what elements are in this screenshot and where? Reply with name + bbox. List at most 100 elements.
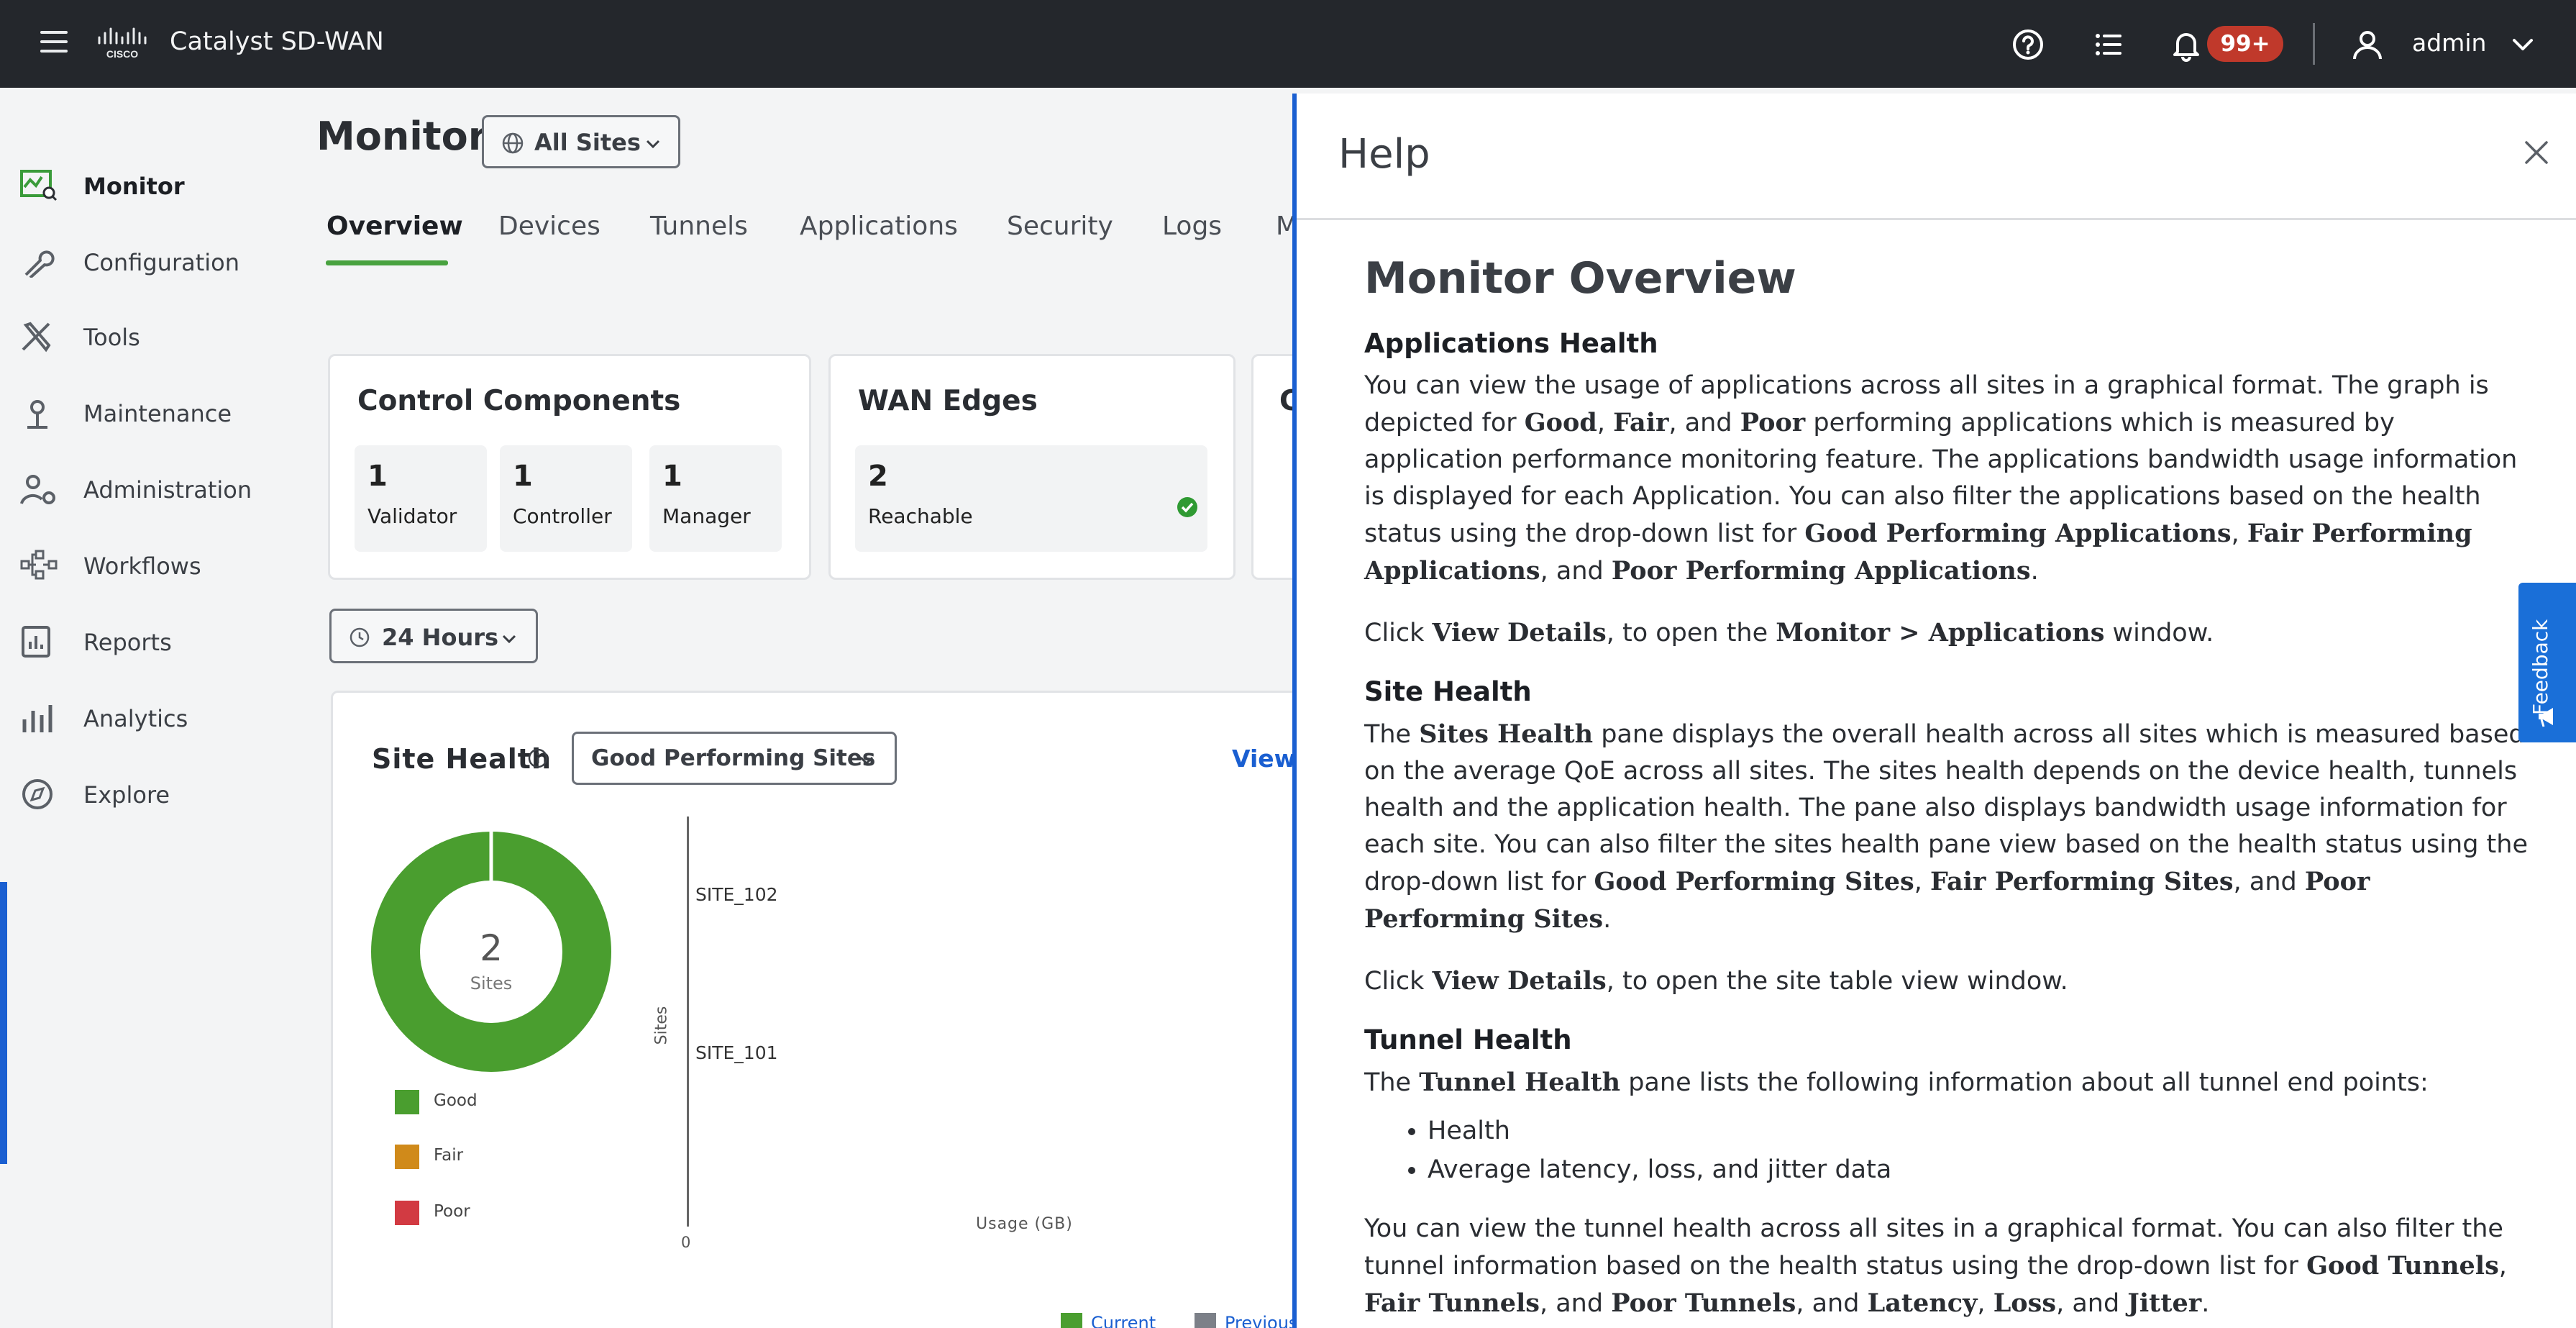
- section-title-site-health: Site Health: [1364, 676, 1532, 707]
- chevron-down-icon[interactable]: [2506, 27, 2540, 62]
- stat-label: Reachable: [868, 504, 973, 528]
- site-label: SITE_101: [695, 1042, 778, 1063]
- sidebar-item-administration[interactable]: Administration: [0, 460, 286, 518]
- sidebar-item-monitor[interactable]: Monitor: [0, 157, 286, 214]
- sidebar-item-label: Configuration: [83, 249, 240, 276]
- sidebar-item-maintenance[interactable]: Maintenance: [0, 384, 286, 442]
- x-axis-zero-label: 0: [681, 1234, 691, 1251]
- site-label: SITE_102: [695, 884, 778, 905]
- megaphone-icon: [2539, 708, 2553, 727]
- chevron-down-icon: [502, 635, 516, 644]
- legend-swatch: [395, 1201, 419, 1225]
- reports-icon: [22, 626, 50, 658]
- performance-filter-dropdown[interactable]: Good Performing Sites: [572, 732, 897, 785]
- sidebar-item-tools[interactable]: Tools: [0, 308, 286, 365]
- legend-swatch: [395, 1090, 419, 1114]
- wrench-icon: [24, 250, 55, 278]
- tab-devices[interactable]: Devices: [498, 212, 600, 241]
- site-view-details-text: Click View Details, to open the site tab…: [1364, 966, 2068, 996]
- sidebar-item-label: Monitor: [83, 173, 185, 200]
- globe-icon: [502, 132, 524, 154]
- tab-applications[interactable]: Applications: [800, 212, 958, 241]
- sidebar-item-reports[interactable]: Reports: [0, 613, 286, 670]
- wan-edges-card[interactable]: WAN Edges 2 Reachable: [828, 354, 1236, 580]
- top-bar: CISCO Catalyst SD-WAN 99+ admin: [0, 0, 2576, 88]
- check-circle-icon: [1177, 497, 1197, 517]
- sidebar-item-configuration[interactable]: Configuration: [0, 233, 286, 291]
- y-axis-line: [687, 817, 689, 1227]
- reachable-stat[interactable]: 2 Reachable: [855, 445, 1207, 552]
- workflows-icon: [20, 550, 58, 580]
- tunnel-info-list: Health Average latency, loss, and jitter…: [1428, 1111, 2536, 1189]
- control-components-card[interactable]: Control Components 1 Validator 1 Control…: [328, 354, 811, 580]
- clock-icon: [350, 627, 370, 647]
- user-avatar-icon[interactable]: [2350, 27, 2385, 62]
- time-filter-value: 24 Hours: [382, 624, 499, 651]
- monitor-icon: [20, 170, 58, 201]
- help-title: Help: [1338, 131, 1430, 178]
- section-title-applications-health: Applications Health: [1364, 328, 1658, 359]
- sidebar-item-label: Workflows: [83, 552, 201, 580]
- legend-current[interactable]: Current: [1091, 1313, 1156, 1328]
- site-health-text: The Sites Health pane displays the overa…: [1364, 719, 2528, 934]
- manager-stat[interactable]: 1 Manager: [649, 445, 782, 552]
- user-name[interactable]: admin: [2412, 29, 2486, 57]
- site-health-card: Site Health Good Performing Sites View D…: [331, 691, 1338, 1328]
- info-icon[interactable]: [527, 747, 549, 769]
- sidebar-item-analytics[interactable]: Analytics: [0, 689, 286, 747]
- stat-label: Controller: [513, 504, 612, 528]
- list-item: Health: [1428, 1111, 2536, 1150]
- list-item: Average latency, loss, and jitter data: [1428, 1150, 2536, 1189]
- help-circle-icon[interactable]: [2011, 27, 2045, 62]
- legend-swatch: [395, 1145, 419, 1169]
- tab-tunnels[interactable]: Tunnels: [650, 212, 748, 241]
- help-panel: Help Monitor Overview Applications Healt…: [1292, 94, 2576, 1328]
- validator-stat[interactable]: 1 Validator: [355, 445, 487, 552]
- sidebar-item-label: Analytics: [83, 705, 188, 732]
- tab-overview[interactable]: Overview: [326, 212, 463, 241]
- sidebar-scroll-indicator: [0, 882, 7, 1164]
- legend-label: Poor: [434, 1202, 470, 1221]
- legend-label: Good: [434, 1091, 478, 1110]
- controller-stat[interactable]: 1 Controller: [500, 445, 632, 552]
- notifications-badge[interactable]: 99+: [2207, 26, 2283, 62]
- feedback-button[interactable]: Feedback: [2518, 583, 2576, 742]
- stat-value: 2: [868, 460, 888, 493]
- close-icon[interactable]: [2519, 135, 2554, 170]
- help-content: Monitor Overview Applications Health You…: [1364, 253, 2536, 1328]
- site-health-title: Site Health: [372, 743, 552, 775]
- tools-icon: [22, 322, 51, 353]
- legend-previous[interactable]: Previous: [1225, 1313, 1297, 1328]
- donut-center-value: 2: [480, 927, 503, 969]
- app-title: Catalyst SD-WAN: [170, 27, 384, 56]
- cisco-logo: CISCO: [98, 27, 147, 60]
- time-filter-dropdown[interactable]: 24 Hours: [329, 609, 538, 663]
- site-health-donut-chart: 2 Sites: [371, 829, 611, 1072]
- task-list-icon[interactable]: [2091, 27, 2126, 62]
- legend-label: Fair: [434, 1146, 464, 1165]
- stat-label: Manager: [662, 504, 751, 528]
- compass-icon: [22, 779, 52, 809]
- stat-value: 1: [662, 460, 682, 493]
- hamburger-menu-icon[interactable]: [40, 31, 68, 53]
- sidebar-item-label: Explore: [83, 781, 170, 809]
- bar-chart-icon: [22, 705, 52, 732]
- sidebar-item-workflows[interactable]: Workflows: [0, 537, 286, 594]
- tab-security[interactable]: Security: [1007, 212, 1113, 241]
- svg-text:CISCO: CISCO: [106, 48, 138, 60]
- header-divider: [2313, 23, 2315, 65]
- feedback-label: Feedback: [2529, 619, 2552, 715]
- site-filter-value: All Sites: [534, 129, 641, 156]
- applications-view-details-text: Click View Details, to open the Monitor …: [1364, 618, 2214, 647]
- tunnel-filter-text: You can view the tunnel health across al…: [1364, 1214, 2507, 1318]
- card-title: WAN Edges: [858, 385, 1038, 417]
- bell-icon[interactable]: [2169, 27, 2203, 62]
- maintenance-icon: [27, 400, 47, 429]
- tab-logs[interactable]: Logs: [1162, 212, 1222, 241]
- sidebar-item-explore[interactable]: Explore: [0, 765, 286, 823]
- admin-user-gear-icon: [20, 475, 55, 504]
- card-title: Control Components: [357, 385, 681, 417]
- stat-value: 1: [367, 460, 388, 493]
- site-filter-dropdown[interactable]: All Sites: [482, 115, 680, 168]
- page-title: Monitor: [316, 114, 488, 159]
